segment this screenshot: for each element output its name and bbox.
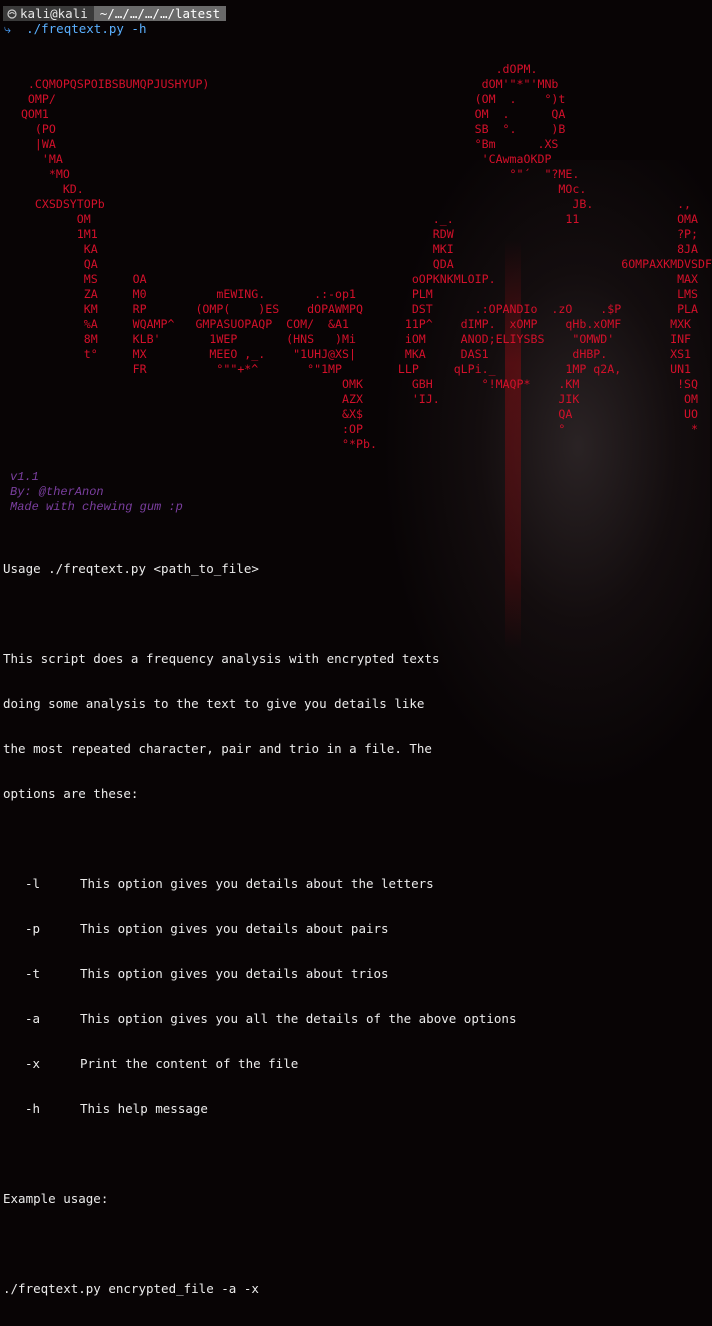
option-flag: -l <box>25 876 41 891</box>
option-text: This option gives you details about trio… <box>80 966 389 981</box>
description-line: doing some analysis to the text to give … <box>3 696 425 711</box>
example-command: ./freqtext.py encrypted_file -a -x <box>3 1281 259 1296</box>
prompt-bar: kali@kali ~/…/…/…/…/latest <box>3 6 227 21</box>
ascii-art-banner: .dOPM. .CQMOPQSPOIBSBUMQPJUSHYUP) dOM'"*… <box>20 62 712 451</box>
command-line: ⤷ ./freqtext.py -h <box>4 21 147 36</box>
option-row: -t This option gives you details about tr… <box>3 966 517 981</box>
prompt-user-segment: kali@kali <box>3 6 94 21</box>
description-line: options are these: <box>3 786 139 801</box>
kali-dragon-icon <box>7 8 17 19</box>
command-text: ./freqtext.py -h <box>26 21 147 36</box>
prompt-path: ~/…/…/…/…/latest <box>93 6 227 21</box>
option-row: -p This option gives you details about pa… <box>3 921 517 936</box>
prompt-arrow-icon: ⤷ <box>4 21 12 36</box>
usage-line: Usage ./freqtext.py <path_to_file> <box>3 561 259 576</box>
version-credits: v1.1 By: @therAnon Made with chewing gum… <box>10 470 183 514</box>
terminal-window[interactable]: kali@kali ~/…/…/…/…/latest ⤷ ./freqtext.… <box>0 0 712 1296</box>
option-text: This option gives you details about pair… <box>80 921 389 936</box>
option-flag: -p <box>25 921 41 936</box>
description-line: This script does a frequency analysis wi… <box>3 651 440 666</box>
option-flag: -a <box>25 1011 41 1026</box>
option-row: -l This option gives you details about th… <box>3 876 517 891</box>
option-row: -a This option gives you all the details … <box>3 1011 517 1026</box>
option-flag: -h <box>25 1101 41 1116</box>
option-text: This help message <box>80 1101 208 1116</box>
option-flag: -x <box>25 1056 41 1071</box>
help-output: Usage ./freqtext.py <path_to_file> This … <box>3 531 517 1326</box>
prompt-user: kali@kali <box>20 6 88 21</box>
option-text: Print the content of the file <box>80 1056 299 1071</box>
description-line: the most repeated character, pair and tr… <box>3 741 432 756</box>
option-text: This option gives you details about the … <box>80 876 434 891</box>
example-label: Example usage: <box>3 1191 109 1206</box>
option-row: -h This help message <box>3 1101 517 1116</box>
option-flag: -t <box>25 966 41 981</box>
option-row: -x Print the content of the file <box>3 1056 517 1071</box>
option-text: This option gives you all the details of… <box>80 1011 517 1026</box>
